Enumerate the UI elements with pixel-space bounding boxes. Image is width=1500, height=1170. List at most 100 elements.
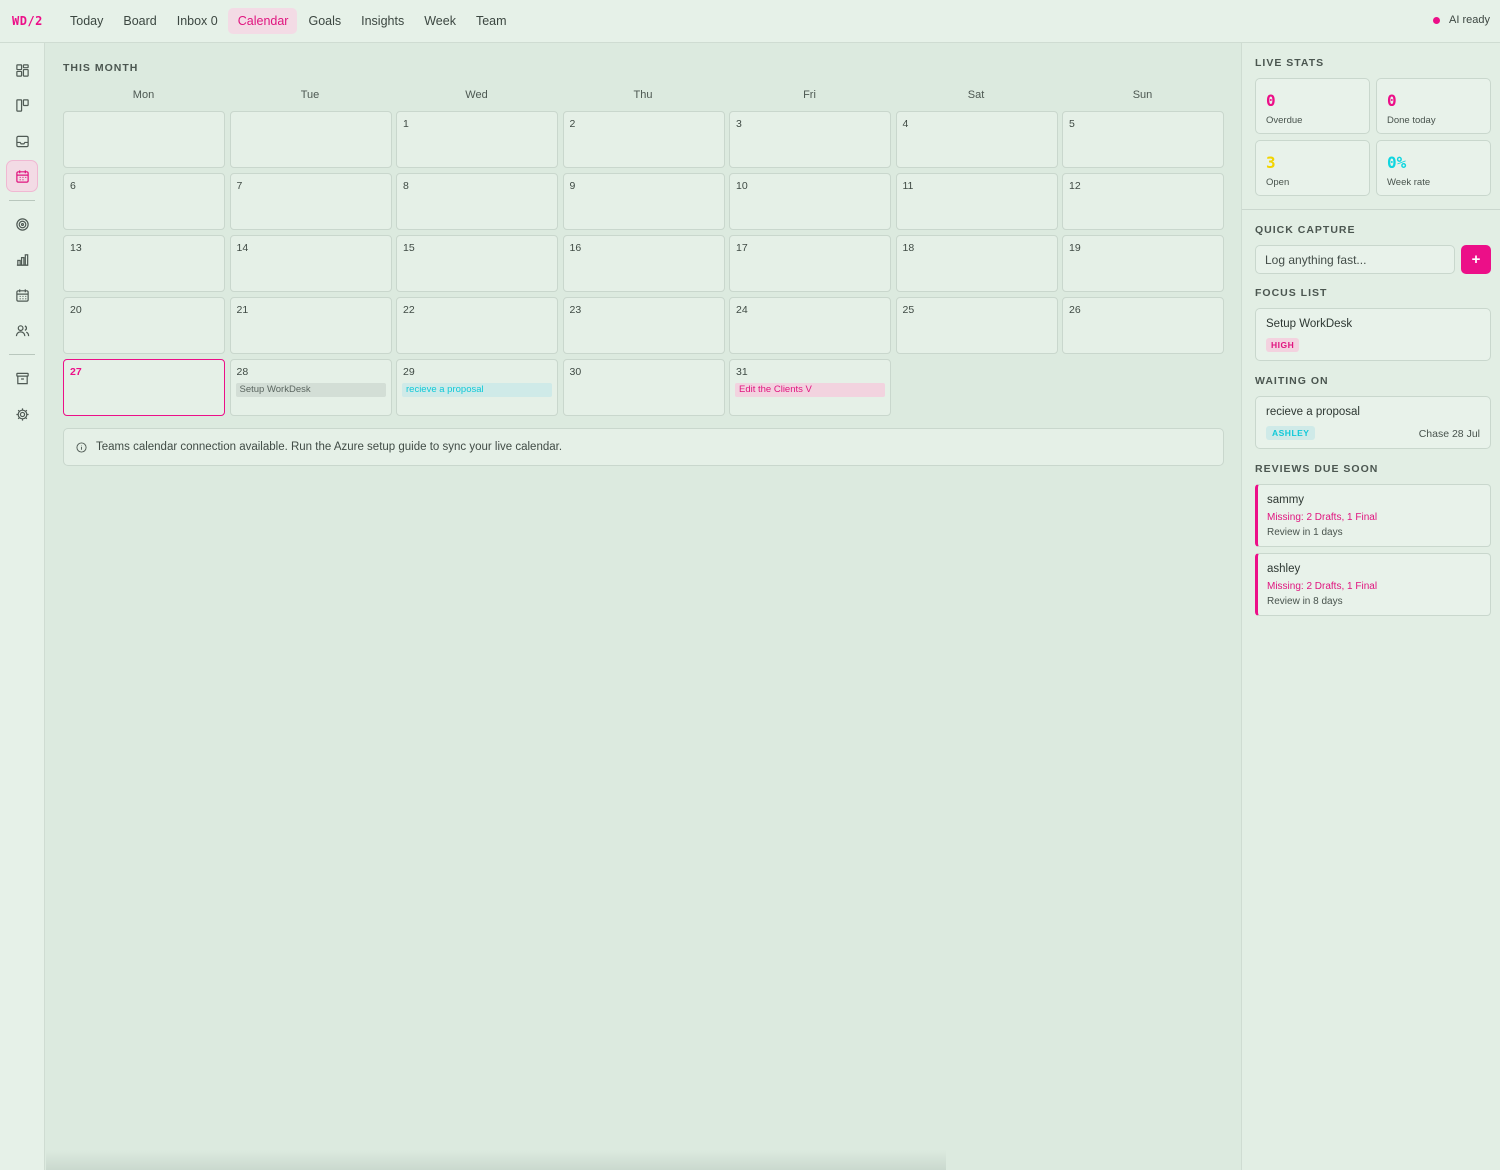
calendar-day-15[interactable]: 15 [396,235,558,292]
dashboard-icon[interactable] [6,54,38,86]
weekday-header: Mon Tue Wed Thu Fri Sat Sun [63,89,1225,103]
waiting-on-item[interactable]: recieve a proposal ASHLEY Chase 28 Jul [1255,396,1491,449]
day-number: 2 [569,118,576,130]
calendar-day-27[interactable]: 27 [63,359,225,416]
calendar-day-9[interactable]: 9 [562,173,725,230]
app-logo[interactable]: WD/2 [12,14,58,28]
quick-capture-input[interactable] [1255,245,1455,274]
day-number: 13 [70,242,82,254]
calendar-day-12[interactable]: 12 [1062,173,1224,230]
day-number: 19 [1069,242,1081,254]
quick-capture-add-button[interactable]: + [1461,245,1491,274]
calendar-day-1[interactable]: 1 [396,111,558,168]
stat-week-rate-label: Week rate [1387,177,1431,188]
calendar-day-7[interactable]: 7 [229,173,392,230]
calendar-day-10[interactable]: 10 [729,173,891,230]
nav-today[interactable]: Today [60,8,112,34]
day-number: 9 [569,180,576,192]
nav-inbox[interactable]: Inbox 0 [167,8,227,34]
priority-badge: HIGH [1266,338,1300,352]
calendar-day-26[interactable]: 26 [1062,297,1224,354]
calendar-day-5[interactable]: 5 [1062,111,1224,168]
review-name: ashley [1267,563,1301,575]
insights-icon[interactable] [6,243,38,275]
review-due: Review in 8 days [1267,596,1343,607]
day-number: 6 [70,180,76,192]
calendar-day-19[interactable]: 19 [1062,235,1224,292]
nav-board[interactable]: Board [113,8,165,34]
calendar-day-14[interactable]: 14 [229,235,392,292]
settings-icon[interactable] [6,398,38,430]
calendar-day-6[interactable]: 6 [63,173,225,230]
archive-icon[interactable] [6,362,38,394]
day-number: 10 [736,180,748,192]
board-icon[interactable] [6,89,38,121]
calendar-day-23[interactable]: 23 [562,297,725,354]
calendar-day-24[interactable]: 24 [729,297,891,354]
nav-goals[interactable]: Goals [298,8,350,34]
day-number: 24 [736,304,748,316]
calendar-day-28[interactable]: 28 Setup WorkDesk [229,359,392,416]
icon-rail [0,43,45,1170]
calendar-day-2[interactable]: 2 [562,111,725,168]
weekday-sun: Sun [1132,89,1153,101]
review-card[interactable]: ashley Missing: 2 Drafts, 1 Final Review… [1255,553,1491,616]
day-number: 28 [236,366,249,378]
day-number: 12 [1069,180,1081,192]
weekday-tue: Tue [300,89,320,101]
nav-insights[interactable]: Insights [351,8,413,34]
calendar-day-18[interactable]: 18 [895,235,1058,292]
stat-overdue-label: Overdue [1266,115,1303,126]
goals-icon[interactable] [6,208,38,240]
calendar-day-22[interactable]: 22 [396,297,558,354]
stat-done-today-label: Done today [1387,115,1436,126]
teams-info-banner: Teams calendar connection available. Run… [63,428,1224,466]
calendar-day-29[interactable]: 29 recieve a proposal [396,359,558,416]
calendar-view: THIS MONTH Mon Tue Wed Thu Fri Sat Sun 1… [46,43,1241,1170]
calendar-day-20[interactable]: 20 [63,297,225,354]
stat-open-value: 3 [1266,153,1276,172]
calendar-day-3[interactable]: 3 [729,111,891,168]
calendar-day-empty[interactable] [229,111,392,168]
stat-done-today-value: 0 [1387,91,1397,110]
live-stats-title: LIVE STATS [1255,57,1325,69]
calendar-event[interactable]: Edit the Clients V [735,383,885,397]
weekday-sat: Sat [967,89,985,101]
day-number: 25 [902,304,915,316]
day-number: 11 [902,180,914,192]
calendar-day-25[interactable]: 25 [895,297,1058,354]
calendar-event[interactable]: recieve a proposal [402,383,552,397]
inbox-icon[interactable] [6,125,38,157]
calendar-day-21[interactable]: 21 [229,297,392,354]
calendar-day-16[interactable]: 16 [562,235,725,292]
side-panel: LIVE STATS 0 Overdue 0 Done today 3 Open… [1241,43,1500,1170]
calendar-day-4[interactable]: 4 [895,111,1058,168]
waiting-item-title: recieve a proposal [1266,406,1360,418]
week-icon[interactable] [6,279,38,311]
focus-list-item[interactable]: Setup WorkDesk HIGH [1255,308,1491,361]
focus-item-title: Setup WorkDesk [1266,318,1353,330]
day-number: 29 [403,366,415,378]
day-number: 8 [403,180,409,192]
nav-team[interactable]: Team [466,8,516,34]
calendar-grid: 1 2 3 4 5 6 7 8 9 10 11 12 13 14 15 16 17 18 19 20 21 22 23 24 2… [63,111,1225,416]
stat-overdue: 0 Overdue [1255,78,1370,134]
review-card[interactable]: sammy Missing: 2 Drafts, 1 Final Review … [1255,484,1491,547]
nav-calendar[interactable]: Calendar [227,8,298,34]
calendar-icon[interactable] [6,160,38,192]
calendar-day-8[interactable]: 8 [396,173,558,230]
chase-date: Chase 28 Jul [1418,428,1480,440]
rail-divider [9,200,35,201]
calendar-event[interactable]: Setup WorkDesk [235,383,386,397]
day-number: 31 [736,366,748,378]
calendar-day-11[interactable]: 11 [895,173,1058,230]
team-icon[interactable] [6,314,38,346]
calendar-day-30[interactable]: 30 [562,359,725,416]
day-number: 1 [403,118,409,130]
calendar-day-13[interactable]: 13 [63,235,225,292]
calendar-day-17[interactable]: 17 [729,235,891,292]
calendar-day-empty[interactable] [63,111,225,168]
calendar-day-31[interactable]: 31 Edit the Clients V [729,359,891,416]
nav-week[interactable]: Week [414,8,465,34]
stat-done-today: 0 Done today [1376,78,1491,134]
